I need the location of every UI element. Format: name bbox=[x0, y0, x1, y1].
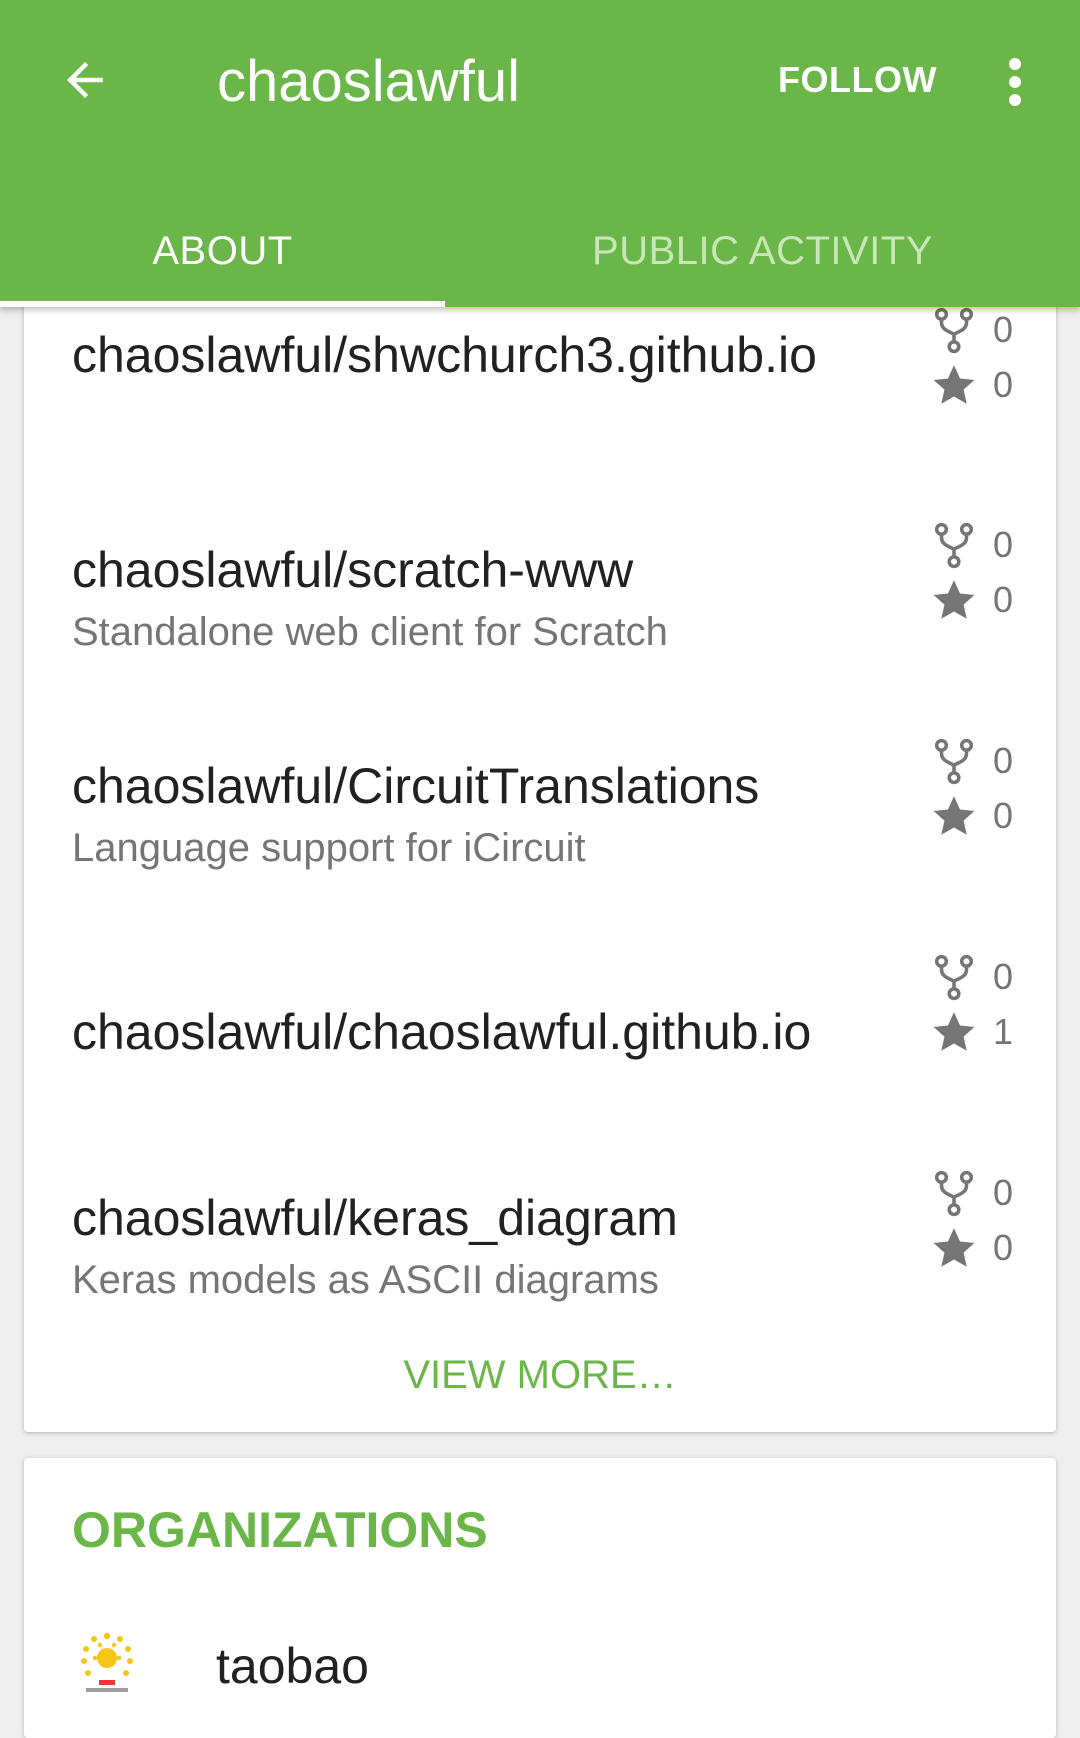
fork-count: 0 bbox=[993, 309, 1014, 350]
star-stat: 0 bbox=[929, 1223, 1029, 1273]
repo-item[interactable]: chaoslawful/scratch-www Standalone web c… bbox=[24, 465, 1056, 665]
repo-name: chaoslawful/scratch-www bbox=[72, 542, 634, 598]
star-count: 0 bbox=[993, 1227, 1014, 1268]
more-vert-icon bbox=[1009, 58, 1021, 106]
repo-name: chaoslawful/shwchurch3.github.io bbox=[72, 327, 817, 383]
fork-stat: 0 bbox=[929, 520, 1029, 570]
overflow-menu-button[interactable] bbox=[990, 50, 1040, 114]
fork-count: 0 bbox=[993, 1172, 1014, 1213]
back-button[interactable] bbox=[50, 45, 120, 115]
star-stat: 0 bbox=[929, 575, 1029, 625]
star-count: 0 bbox=[993, 795, 1014, 836]
fork-stat: 0 bbox=[929, 736, 1029, 786]
repo-item[interactable]: chaoslawful/chaoslawful.github.io 0 1 bbox=[24, 897, 1056, 1097]
repo-description: Language support for iCircuit bbox=[72, 826, 586, 870]
app-bar: chaoslawful FOLLOW ABOUT PUBLIC ACTIVITY bbox=[0, 0, 1080, 307]
repo-name: chaoslawful/CircuitTranslations bbox=[72, 758, 760, 814]
star-count: 1 bbox=[993, 1011, 1014, 1052]
fork-icon bbox=[934, 307, 974, 354]
fork-stat: 0 bbox=[929, 305, 1029, 355]
star-stat: 1 bbox=[929, 1007, 1029, 1057]
repo-name: chaoslawful/keras_diagram bbox=[72, 1190, 678, 1246]
repo-item[interactable]: chaoslawful/keras_diagram Keras models a… bbox=[24, 1113, 1056, 1313]
follow-button[interactable]: FOLLOW bbox=[778, 52, 937, 108]
star-count: 0 bbox=[993, 579, 1014, 620]
star-icon bbox=[933, 365, 975, 404]
tab-about[interactable]: ABOUT bbox=[0, 196, 445, 307]
star-stat: 0 bbox=[929, 360, 1029, 410]
organization-item[interactable]: taobao bbox=[72, 1628, 972, 1708]
organizations-card: ORGANIZATIONS taobao bbox=[24, 1458, 1056, 1738]
repositories-card: chaoslawful/shwchurch3.github.io 0 0 cha… bbox=[24, 250, 1056, 1432]
repo-item[interactable]: chaoslawful/CircuitTranslations Language… bbox=[24, 681, 1056, 881]
fork-count: 0 bbox=[993, 956, 1014, 997]
page-title: chaoslawful bbox=[217, 49, 521, 114]
organizations-heading: ORGANIZATIONS bbox=[72, 1502, 488, 1558]
fork-icon bbox=[934, 522, 974, 569]
tab-public-activity[interactable]: PUBLIC ACTIVITY bbox=[445, 196, 1080, 307]
repo-description: Keras models as ASCII diagrams bbox=[72, 1258, 659, 1302]
star-icon bbox=[933, 1228, 975, 1267]
star-icon bbox=[933, 796, 975, 835]
fork-count: 0 bbox=[993, 524, 1014, 565]
fork-stat: 0 bbox=[929, 952, 1029, 1002]
fork-stat: 0 bbox=[929, 1168, 1029, 1218]
repo-description: Standalone web client for Scratch bbox=[72, 610, 668, 654]
fork-icon bbox=[934, 1170, 974, 1217]
tab-bar: ABOUT PUBLIC ACTIVITY bbox=[0, 196, 1080, 307]
view-more-button[interactable]: VIEW MORE… bbox=[24, 1345, 1056, 1405]
fork-icon bbox=[934, 954, 974, 1001]
star-count: 0 bbox=[993, 364, 1014, 405]
star-icon bbox=[933, 580, 975, 619]
fork-count: 0 bbox=[993, 740, 1014, 781]
organization-name: taobao bbox=[216, 1638, 369, 1694]
fork-icon bbox=[934, 738, 974, 785]
star-stat: 0 bbox=[929, 791, 1029, 841]
star-icon bbox=[933, 1012, 975, 1051]
repo-name: chaoslawful/chaoslawful.github.io bbox=[72, 1004, 812, 1060]
taobao-open-source-logo bbox=[81, 1632, 133, 1692]
selected-tab-indicator bbox=[0, 301, 445, 307]
arrow-back-icon bbox=[67, 62, 103, 98]
